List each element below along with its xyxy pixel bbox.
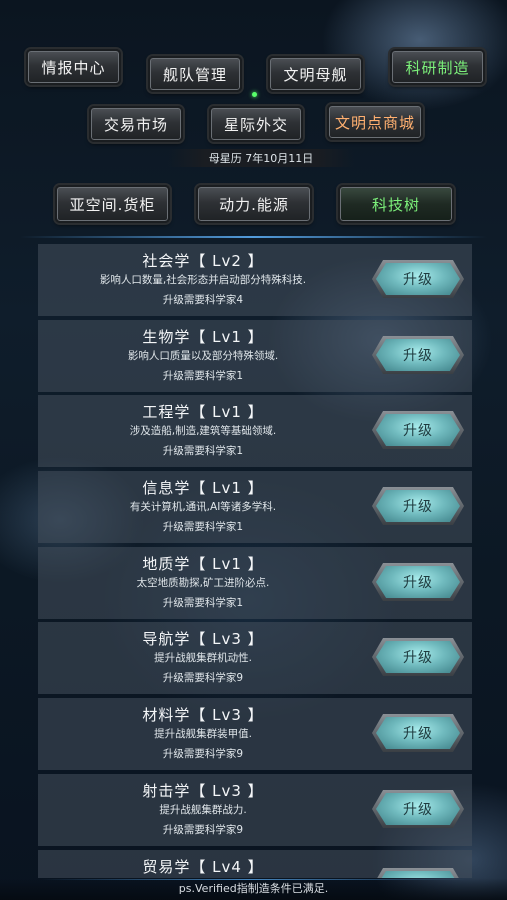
tech-requirement: 升级需要科学家1 (162, 370, 244, 382)
tech-requirement: 升级需要科学家9 (162, 748, 244, 760)
tab-research-manufacture-label: 科研制造 (405, 58, 470, 77)
upgrade-button-label: 升级 (376, 641, 460, 673)
tech-title: 社会学【 Lv2 】 (142, 252, 264, 270)
tech-requirement: 升级需要科学家1 (162, 445, 244, 457)
tab-interstellar-diplomacy-label: 星际外交 (223, 115, 288, 134)
subtab-power-energy[interactable]: 动力.能源 (196, 185, 312, 223)
subtab-power-energy-label: 动力.能源 (219, 195, 289, 214)
upgrade-button[interactable]: 升级 (372, 487, 464, 525)
upgrade-button[interactable]: 升级 (372, 411, 464, 449)
tech-title: 射击学【 Lv3 】 (142, 782, 264, 800)
tab-trade-market[interactable]: 交易市场 (89, 106, 183, 142)
tech-title: 材料学【 Lv3 】 (142, 706, 264, 724)
subtab-subspace-container[interactable]: 亚空间.货柜 (55, 185, 170, 223)
game-date-label: 母星历 7年10月11日 (208, 152, 314, 165)
upgrade-button-label: 升级 (376, 793, 460, 825)
tab-civ-point-shop-label: 文明点商城 (334, 113, 415, 132)
tab-mothership[interactable]: 文明母舰 (268, 56, 363, 92)
upgrade-button-label: 升级 (376, 871, 460, 878)
upgrade-button-label: 升级 (376, 490, 460, 522)
subtab-tech-tree[interactable]: 科技树 (338, 185, 454, 223)
tech-row-informatics: 信息学【 Lv1 】 有关计算机,通讯,AI等诸多学科. 升级需要科学家1 升级 (38, 471, 472, 543)
tab-civ-point-shop[interactable]: 文明点商城 (327, 104, 423, 140)
tech-title: 地质学【 Lv1 】 (142, 555, 264, 573)
tech-title: 贸易学【 Lv4 】 (142, 858, 264, 876)
footer-note-text: ps.Verified指制造条件已满足. (178, 882, 329, 895)
tab-research-manufacture[interactable]: 科研制造 (390, 49, 485, 85)
tab-interstellar-diplomacy[interactable]: 星际外交 (209, 106, 303, 142)
tech-row-engineering: 工程学【 Lv1 】 涉及造船,制造,建筑等基础领域. 升级需要科学家1 升级 (38, 395, 472, 467)
tech-title: 工程学【 Lv1 】 (142, 403, 264, 421)
upgrade-button[interactable]: 升级 (372, 638, 464, 676)
subtab-subspace-container-label: 亚空间.货柜 (69, 195, 156, 214)
tech-row-geology: 地质学【 Lv1 】 太空地质勘探,矿工进阶必点. 升级需要科学家1 升级 (38, 547, 472, 619)
upgrade-button[interactable]: 升级 (372, 714, 464, 752)
tech-description: 影响人口质量以及部分特殊领域. (127, 350, 279, 362)
subtab-tech-tree-label: 科技树 (371, 195, 420, 214)
upgrade-button[interactable]: 升级 (372, 260, 464, 298)
tech-description: 提升战舰集群机动性. (154, 652, 252, 664)
tab-fleet-management[interactable]: 舰队管理 (148, 56, 242, 92)
upgrade-button-label: 升级 (376, 566, 460, 598)
upgrade-button-label: 升级 (376, 339, 460, 371)
tab-trade-market-label: 交易市场 (103, 115, 168, 134)
tech-description: 影响人口数量,社会形态并启动部分特殊科技. (99, 274, 307, 286)
game-date: 母星历 7年10月11日 (168, 149, 354, 167)
tech-title: 导航学【 Lv3 】 (142, 630, 264, 648)
upgrade-button-label: 升级 (376, 414, 460, 446)
tech-requirement: 升级需要科学家9 (162, 824, 244, 836)
footer-note: ps.Verified指制造条件已满足. (0, 878, 507, 900)
tech-row-navigation: 导航学【 Lv3 】 提升战舰集群机动性. 升级需要科学家9 升级 (38, 622, 472, 694)
tab-mothership-label: 文明母舰 (283, 65, 348, 84)
tab-fleet-management-label: 舰队管理 (162, 65, 227, 84)
tab-intel-center[interactable]: 情报中心 (26, 49, 121, 85)
active-indicator-dot (252, 92, 257, 97)
tech-description: 提升战舰集群装甲值. (154, 728, 252, 740)
tech-row-gunnery: 射击学【 Lv3 】 提升战舰集群战力. 升级需要科学家9 升级 (38, 774, 472, 846)
upgrade-button[interactable]: 升级 (372, 868, 464, 878)
tech-requirement: 升级需要科学家9 (162, 672, 244, 684)
tech-title: 生物学【 Lv1 】 (142, 328, 264, 346)
tech-description: 涉及造船,制造,建筑等基础领域. (129, 425, 277, 437)
tech-row-trade: 贸易学【 Lv4 】 升级 (38, 850, 472, 878)
tech-requirement: 升级需要科学家4 (162, 294, 244, 306)
tech-row-sociology: 社会学【 Lv2 】 影响人口数量,社会形态并启动部分特殊科技. 升级需要科学家… (38, 244, 472, 316)
upgrade-button-label: 升级 (376, 263, 460, 295)
tech-requirement: 升级需要科学家1 (162, 521, 244, 533)
section-divider (20, 236, 487, 238)
upgrade-button[interactable]: 升级 (372, 563, 464, 601)
upgrade-button-label: 升级 (376, 717, 460, 749)
tech-row-biology: 生物学【 Lv1 】 影响人口质量以及部分特殊领域. 升级需要科学家1 升级 (38, 320, 472, 392)
upgrade-button[interactable]: 升级 (372, 790, 464, 828)
tech-description: 有关计算机,通讯,AI等诸多学科. (129, 501, 277, 513)
tab-intel-center-label: 情报中心 (41, 58, 106, 77)
tech-title: 信息学【 Lv1 】 (142, 479, 264, 497)
tech-row-materials: 材料学【 Lv3 】 提升战舰集群装甲值. 升级需要科学家9 升级 (38, 698, 472, 770)
upgrade-button[interactable]: 升级 (372, 336, 464, 374)
tech-description: 太空地质勘探,矿工进阶必点. (136, 577, 270, 589)
tech-requirement: 升级需要科学家1 (162, 597, 244, 609)
tech-description: 提升战舰集群战力. (159, 804, 247, 816)
